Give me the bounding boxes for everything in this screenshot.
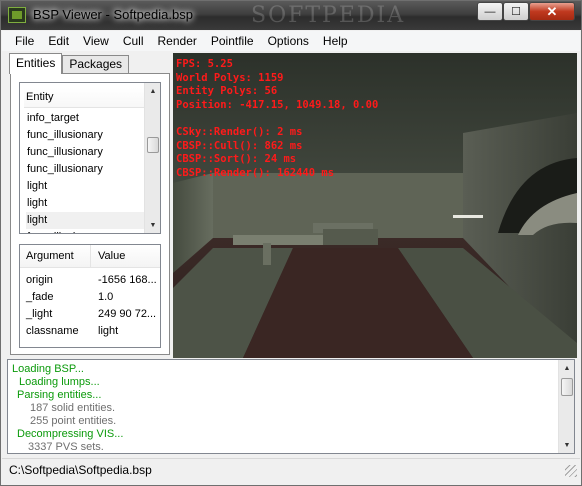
value-cell: light: [98, 325, 119, 337]
menu-help[interactable]: Help: [316, 34, 355, 48]
menu-edit[interactable]: Edit: [41, 34, 76, 48]
sky-render-timing: CSky::Render(): 2 ms: [176, 126, 303, 138]
app-window: BSP Viewer - Softpedia.bsp SOFTPEDIA — ☐…: [0, 0, 582, 486]
list-item[interactable]: func_illusionary: [26, 161, 148, 178]
entity-list[interactable]: Entity info_target func_illusionary func…: [19, 82, 161, 234]
status-bar: C:\Softpedia\Softpedia.bsp: [2, 458, 580, 480]
log-line: Parsing entities...: [17, 389, 102, 401]
menu-file[interactable]: File: [8, 34, 41, 48]
list-item[interactable]: func_illusionary: [26, 229, 148, 233]
scroll-down-icon[interactable]: ▼: [559, 437, 574, 453]
log-lines: Loading BSP... Loading lumps... Parsing …: [12, 363, 552, 453]
tab-entities[interactable]: Entities: [9, 53, 63, 74]
list-item-selected[interactable]: light: [26, 212, 148, 229]
argument-table-header: Argument Value: [20, 245, 160, 268]
render-stats-overlay: FPS: 5.25 World Polys: 1159 Entity Polys…: [176, 58, 378, 180]
argument-rows: origin -1656 168... _fade 1.0 _light 249…: [20, 272, 160, 340]
bsp-render-timing: CBSP::Render(): 162440 ms: [176, 166, 335, 179]
argument-cell: origin: [26, 274, 53, 286]
minimize-icon: —: [484, 5, 496, 18]
list-item[interactable]: func_illusionary: [26, 127, 148, 144]
scroll-up-icon[interactable]: ▲: [559, 360, 574, 376]
column-value[interactable]: Value: [91, 245, 160, 267]
table-row[interactable]: origin -1656 168...: [20, 272, 160, 289]
3d-viewport[interactable]: FPS: 5.25 World Polys: 1159 Entity Polys…: [173, 53, 577, 358]
tab-strip: Entities Packages: [9, 53, 130, 74]
argument-table: Argument Value origin -1656 168... _fade…: [19, 244, 161, 348]
minimize-button[interactable]: —: [477, 2, 503, 21]
log-output[interactable]: Loading BSP... Loading lumps... Parsing …: [7, 359, 575, 454]
list-item[interactable]: info_target: [26, 110, 148, 127]
table-row[interactable]: _fade 1.0: [20, 289, 160, 306]
list-item[interactable]: light: [26, 195, 148, 212]
bsp-cull-timing: CBSP::Cull(): 862 ms: [176, 139, 303, 152]
log-line: 187 solid entities.: [30, 402, 115, 414]
title-bar[interactable]: BSP Viewer - Softpedia.bsp SOFTPEDIA — ☐…: [1, 1, 581, 30]
fps-readout: FPS: 5.25: [176, 58, 233, 70]
world-polys-readout: World Polys: 1159: [176, 71, 284, 84]
menu-view[interactable]: View: [76, 34, 116, 48]
entity-list-header[interactable]: Entity: [24, 88, 152, 108]
log-line: 255 point entities.: [30, 415, 117, 427]
menu-render[interactable]: Render: [151, 34, 204, 48]
close-button[interactable]: ✕: [529, 2, 575, 21]
scroll-down-icon[interactable]: ▼: [145, 217, 160, 233]
app-icon[interactable]: [8, 7, 26, 23]
menu-pointfile[interactable]: Pointfile: [204, 34, 261, 48]
scroll-up-icon[interactable]: ▲: [145, 83, 160, 99]
position-readout: Position: -417.15, 1049.18, 0.00: [176, 98, 379, 111]
maximize-button[interactable]: ☐: [503, 2, 529, 21]
argument-cell: _light: [26, 308, 53, 320]
log-line: 3337 PVS sets.: [28, 441, 104, 453]
column-argument[interactable]: Argument: [20, 245, 91, 267]
log-line: Decompressing VIS...: [17, 428, 124, 440]
entity-rows: info_target func_illusionary func_illusi…: [26, 110, 148, 233]
entity-polys-readout: Entity Polys: 56: [176, 85, 278, 97]
menu-cull[interactable]: Cull: [116, 34, 151, 48]
value-cell: 1.0: [98, 291, 114, 303]
watermark: SOFTPEDIA: [251, 3, 406, 28]
log-scrollbar[interactable]: ▲ ▼: [558, 360, 574, 453]
argument-cell: classname: [26, 325, 79, 337]
bsp-sort-timing: CBSP::Sort(): 24 ms: [176, 153, 297, 165]
scroll-thumb[interactable]: [147, 137, 159, 153]
scroll-thumb[interactable]: [561, 378, 573, 396]
list-item[interactable]: func_illusionary: [26, 144, 148, 161]
menu-options[interactable]: Options: [261, 34, 316, 48]
value-cell: 249 90 72...: [98, 308, 157, 320]
resize-grip-icon[interactable]: [565, 465, 577, 477]
status-path: C:\Softpedia\Softpedia.bsp: [9, 463, 152, 477]
close-icon: ✕: [546, 3, 558, 19]
log-line: Loading BSP...: [12, 363, 84, 375]
argument-cell: _fade: [26, 291, 54, 303]
maximize-icon: ☐: [511, 6, 521, 18]
table-row[interactable]: classname light: [20, 323, 160, 340]
entities-panel: Entity info_target func_illusionary func…: [10, 73, 170, 355]
tab-packages[interactable]: Packages: [62, 55, 130, 73]
log-line: Loading lumps...: [19, 376, 100, 388]
entity-list-scrollbar[interactable]: ▲ ▼: [144, 83, 160, 233]
window-title: BSP Viewer - Softpedia.bsp: [33, 7, 193, 22]
menu-bar: File Edit View Cull Render Pointfile Opt…: [2, 31, 580, 51]
list-item[interactable]: light: [26, 178, 148, 195]
value-cell: -1656 168...: [98, 274, 157, 286]
table-row[interactable]: _light 249 90 72...: [20, 306, 160, 323]
